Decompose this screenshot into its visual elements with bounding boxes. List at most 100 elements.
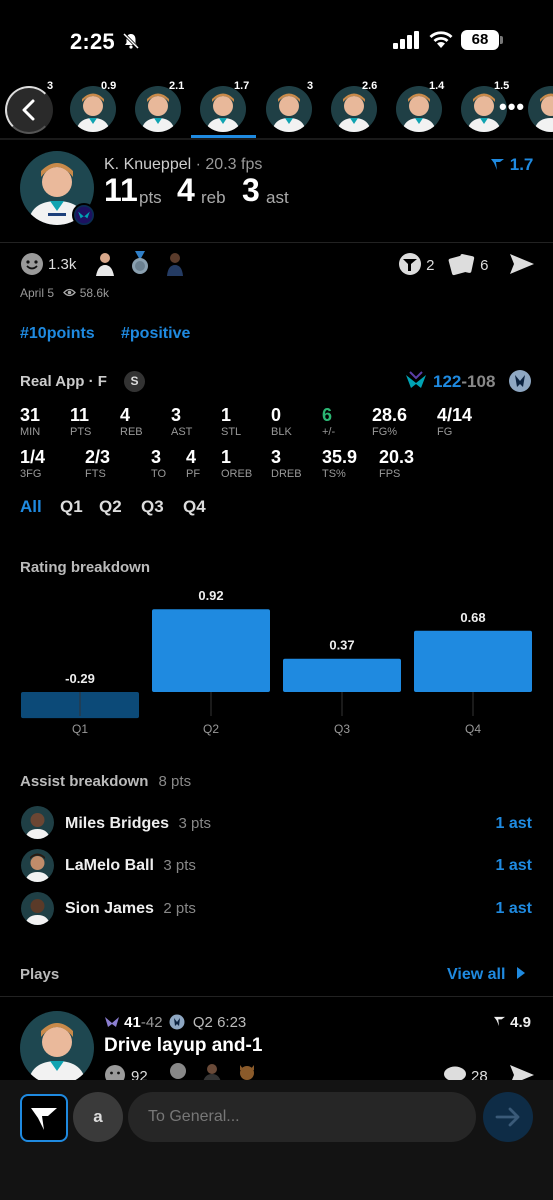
player-rating[interactable]: 1.7 (490, 155, 533, 175)
stat-cell: 0 BLK (271, 405, 292, 438)
assist-player-avatar[interactable] (21, 849, 54, 882)
stat-value: 0 (271, 405, 282, 425)
cards-count-group[interactable]: 6 (448, 252, 489, 276)
cellular-signal-icon (393, 31, 419, 49)
medal-icon (132, 251, 148, 274)
stat-value: 3 (271, 447, 282, 467)
player-face-icon (272, 93, 306, 132)
person-emoji-icon (167, 253, 183, 276)
player-strip[interactable]: 3 0.9 2.1 1.7 3 2.6 1.4 1.5 (0, 78, 553, 140)
stat-label: MIN (20, 426, 41, 438)
stat-label: FG% (372, 426, 398, 438)
assist-row[interactable]: LaMelo Ball 3 pts (65, 857, 196, 875)
player-face-icon (28, 1023, 86, 1085)
tab-q4[interactable]: Q4 (183, 497, 206, 517)
assist-row[interactable]: Miles Bridges 3 pts (65, 815, 211, 833)
strip-player-avatar[interactable] (396, 86, 442, 132)
player-face-icon (25, 899, 50, 925)
smiley-reaction-icon[interactable] (20, 252, 44, 276)
chart-value-label: -0.29 (65, 671, 95, 686)
arrow-right-icon (495, 1107, 520, 1127)
chevron-left-icon (22, 99, 35, 121)
assist-player-avatar[interactable] (21, 892, 54, 925)
hashtag-link[interactable]: #10points (20, 325, 95, 343)
strip-player-avatar[interactable] (135, 86, 181, 132)
strip-player-avatar-active[interactable] (200, 86, 246, 132)
player-face-icon (534, 93, 553, 132)
stat-label: 3FG (20, 468, 42, 480)
divider (0, 996, 553, 997)
stat-value: 20.3 (379, 447, 415, 467)
chart-category-label: Q2 (203, 722, 219, 736)
animal-emoji-icon (240, 1065, 254, 1080)
stat-cell: 28.6 FG% (372, 405, 407, 438)
chart-value-label: 0.68 (460, 610, 485, 625)
strip-player-avatar[interactable] (70, 86, 116, 132)
stat-value: 1 (221, 405, 232, 425)
play-player-avatar[interactable] (20, 1011, 94, 1085)
strip-player-avatar[interactable] (528, 86, 553, 132)
strip-player-avatar[interactable] (331, 86, 377, 132)
stat-cell: 2/3 FTS (85, 447, 110, 480)
stat-value: 31 (20, 405, 41, 425)
chart-value-label: 0.92 (198, 588, 223, 603)
assist-row[interactable]: Sion James 2 pts (65, 900, 196, 918)
player-face-icon (25, 853, 50, 882)
person-emoji-icon (203, 1064, 221, 1082)
player-face-icon (206, 93, 240, 132)
assist-count[interactable]: 1 ast (496, 900, 532, 918)
stat-label: AST (171, 426, 193, 438)
hashtag-link[interactable]: #positive (121, 325, 190, 343)
strip-score: 0.9 (101, 80, 117, 92)
team-score: 122 (433, 372, 462, 391)
reb-label: reb (201, 188, 226, 207)
stat-label: REB (120, 426, 143, 438)
game-score[interactable]: 122-108 (433, 372, 495, 392)
user-avatar-button[interactable]: a (73, 1092, 123, 1142)
strip-player-avatar[interactable] (266, 86, 312, 132)
chart-bar-q3 (283, 658, 401, 692)
stat-label: +/- (322, 426, 336, 438)
stat-value: 3 (151, 447, 162, 467)
stat-label: OREB (221, 468, 253, 480)
app-logo-button[interactable] (20, 1094, 68, 1142)
more-horizontal-icon[interactable]: ••• (499, 96, 529, 118)
share-count-group[interactable]: 2 (398, 252, 435, 276)
assist-count[interactable]: 1 ast (496, 815, 532, 833)
chart-category-label: Q4 (465, 722, 481, 736)
cards-count: 6 (480, 257, 489, 274)
tab-q1[interactable]: Q1 (60, 497, 83, 517)
battery-level: 68 (461, 30, 499, 50)
back-button[interactable] (5, 86, 53, 134)
send-message-button[interactable] (483, 1092, 533, 1142)
play-team-score: 41 (124, 1014, 141, 1031)
tab-q2[interactable]: Q2 (99, 497, 122, 517)
strip-score: 1.7 (234, 80, 250, 92)
chart-bar-q2 (152, 609, 270, 692)
stat-value: 2/3 (85, 447, 111, 467)
strip-score: 3 (307, 80, 314, 92)
post-meta: April 5 58.6k (20, 286, 109, 300)
tab-q3[interactable]: Q3 (141, 497, 164, 517)
assist-player-pts: 3 pts (163, 857, 196, 874)
play-title[interactable]: Drive layup and-1 (104, 1035, 262, 1057)
player-face-icon (76, 93, 110, 132)
reaction-count[interactable]: 1.3k (48, 256, 76, 273)
play-rating-value: 4.9 (510, 1014, 532, 1031)
stat-cell: 6 +/- (322, 405, 335, 438)
eye-icon (63, 288, 77, 297)
tab-all[interactable]: All (20, 497, 42, 517)
stat-value: 1 (221, 447, 232, 467)
assist-count[interactable]: 1 ast (496, 857, 532, 875)
send-icon[interactable] (509, 253, 535, 275)
message-input[interactable] (128, 1092, 476, 1142)
player-rating-value: 1.7 (509, 155, 534, 174)
assist-player-avatar[interactable] (21, 806, 54, 839)
strip-score: 3 (47, 80, 54, 92)
timberwolves-logo-icon (169, 1014, 185, 1030)
stat-cell: 1/4 3FG (20, 447, 45, 480)
play-opponent-score: 42 (145, 1014, 163, 1031)
chart-category-label: Q3 (334, 722, 350, 736)
view-all-link[interactable]: View all (447, 966, 526, 984)
skull-emoji-icon (170, 1063, 186, 1079)
